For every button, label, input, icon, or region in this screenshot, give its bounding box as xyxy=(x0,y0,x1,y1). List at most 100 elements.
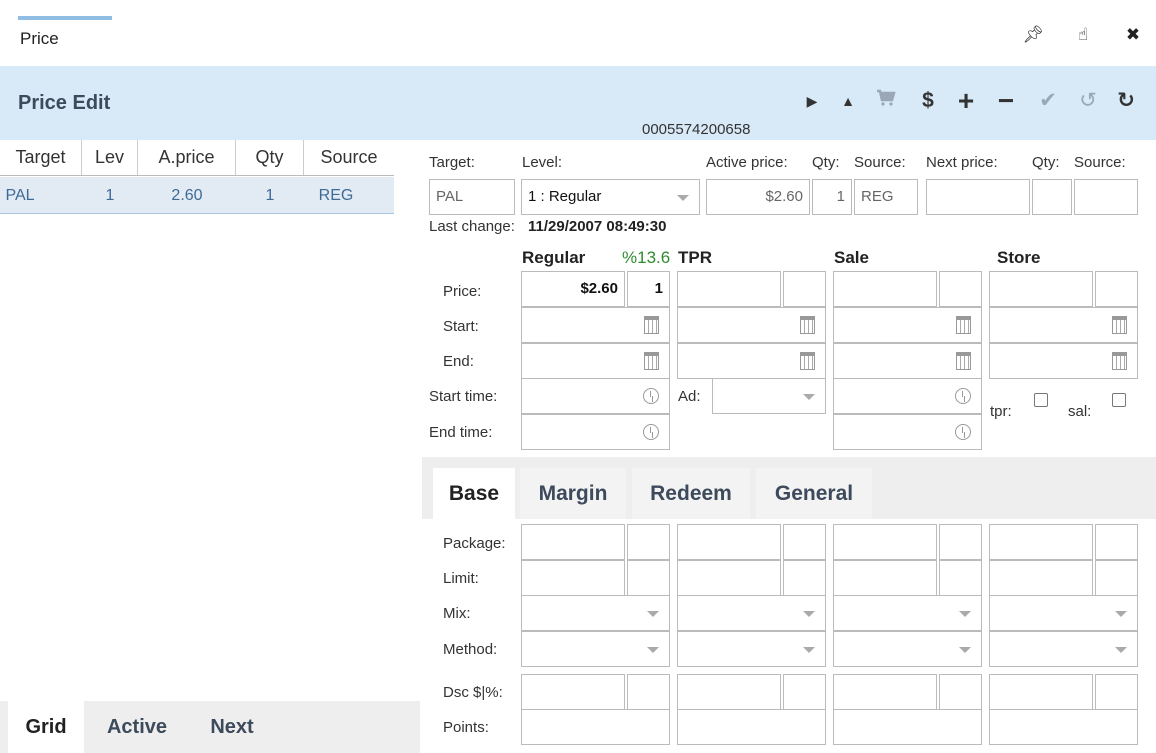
store-package-qty[interactable] xyxy=(1095,524,1138,560)
calendar-icon[interactable] xyxy=(800,352,815,370)
pin-icon[interactable]: 📌︎ xyxy=(1022,24,1044,46)
grid-col-source[interactable]: Source xyxy=(304,140,394,175)
regular-dsc-type[interactable] xyxy=(627,674,670,710)
tpr-dsc-type[interactable] xyxy=(783,674,826,710)
tpr-limit-field[interactable] xyxy=(677,560,781,596)
regular-qty-field[interactable]: 1 xyxy=(627,271,670,307)
regular-start-time[interactable] xyxy=(521,378,670,414)
clock-icon[interactable] xyxy=(643,388,659,404)
triangle-up-icon[interactable]: ▲ xyxy=(834,86,862,116)
calendar-icon[interactable] xyxy=(1112,316,1127,334)
regular-limit-qty[interactable] xyxy=(627,560,670,596)
ad-select[interactable] xyxy=(712,378,826,414)
tpr-method-select[interactable] xyxy=(677,631,826,667)
regular-package-qty[interactable] xyxy=(627,524,670,560)
tpr-dsc-field[interactable] xyxy=(677,674,781,710)
sale-price-field[interactable] xyxy=(833,271,937,307)
regular-end-date[interactable] xyxy=(521,343,670,379)
cart-icon[interactable] xyxy=(872,86,900,116)
tpr-price-field[interactable] xyxy=(677,271,781,307)
grid-col-qty[interactable]: Qty xyxy=(236,140,304,175)
store-points-field[interactable] xyxy=(989,709,1138,745)
calendar-icon[interactable] xyxy=(1112,352,1127,370)
regular-start-date[interactable] xyxy=(521,307,670,343)
regular-end-time[interactable] xyxy=(521,414,670,450)
store-limit-field[interactable] xyxy=(989,560,1093,596)
window-title[interactable]: Price xyxy=(20,29,59,49)
store-qty-field[interactable] xyxy=(1095,271,1138,307)
sale-mix-select[interactable] xyxy=(833,595,982,631)
sale-end-time[interactable] xyxy=(833,414,982,450)
calendar-icon[interactable] xyxy=(956,316,971,334)
regular-mix-select[interactable] xyxy=(521,595,670,631)
sale-limit-qty[interactable] xyxy=(939,560,982,596)
regular-package-field[interactable] xyxy=(521,524,625,560)
grid-col-aprice[interactable]: A.price xyxy=(138,140,236,175)
sale-method-select[interactable] xyxy=(833,631,982,667)
store-mix-select[interactable] xyxy=(989,595,1138,631)
sale-limit-field[interactable] xyxy=(833,560,937,596)
store-dsc-field[interactable] xyxy=(989,674,1093,710)
calendar-icon[interactable] xyxy=(800,316,815,334)
store-package-field[interactable] xyxy=(989,524,1093,560)
check-icon[interactable]: ✔ xyxy=(1034,86,1062,116)
tpr-package-field[interactable] xyxy=(677,524,781,560)
hand-pointer-icon[interactable]: ☝ xyxy=(1072,24,1094,46)
refresh-icon[interactable]: ↻ xyxy=(1112,86,1140,116)
clock-icon[interactable] xyxy=(955,424,971,440)
sale-dsc-field[interactable] xyxy=(833,674,937,710)
level-select[interactable]: 1 : Regular xyxy=(521,179,700,215)
clock-icon[interactable] xyxy=(955,388,971,404)
store-dsc-type[interactable] xyxy=(1095,674,1138,710)
clock-icon[interactable] xyxy=(643,424,659,440)
tpr-end-date[interactable] xyxy=(677,343,826,379)
tpr-checkbox[interactable] xyxy=(1034,393,1048,407)
regular-limit-field[interactable] xyxy=(521,560,625,596)
sale-package-qty[interactable] xyxy=(939,524,982,560)
store-limit-qty[interactable] xyxy=(1095,560,1138,596)
store-method-select[interactable] xyxy=(989,631,1138,667)
store-price-field[interactable] xyxy=(989,271,1093,307)
calendar-icon[interactable] xyxy=(956,352,971,370)
close-icon[interactable]: ✖ xyxy=(1122,24,1144,46)
regular-dsc-field[interactable] xyxy=(521,674,625,710)
next-qty-field[interactable] xyxy=(1032,179,1072,215)
tpr-start-date[interactable] xyxy=(677,307,826,343)
tab-next[interactable]: Next xyxy=(190,701,274,753)
next-source-field[interactable] xyxy=(1074,179,1138,215)
target-field[interactable]: PAL xyxy=(429,179,515,215)
tpr-qty-field[interactable] xyxy=(783,271,826,307)
regular-points-field[interactable] xyxy=(521,709,670,745)
dollar-icon[interactable]: $ xyxy=(914,86,942,116)
tpr-mix-select[interactable] xyxy=(677,595,826,631)
grid-col-lev[interactable]: Lev xyxy=(82,140,138,175)
grid-col-target[interactable]: Target xyxy=(0,140,82,175)
store-end-date[interactable] xyxy=(989,343,1138,379)
store-start-date[interactable] xyxy=(989,307,1138,343)
tab-base[interactable]: Base xyxy=(433,468,515,519)
sale-qty-field[interactable] xyxy=(939,271,982,307)
sale-package-field[interactable] xyxy=(833,524,937,560)
tpr-package-qty[interactable] xyxy=(783,524,826,560)
plus-icon[interactable]: + xyxy=(952,86,980,116)
regular-price-field[interactable]: $2.60 xyxy=(521,271,625,307)
sale-end-date[interactable] xyxy=(833,343,982,379)
calendar-icon[interactable] xyxy=(644,316,659,334)
tpr-points-field[interactable] xyxy=(677,709,826,745)
play-icon[interactable]: ▶ xyxy=(798,86,826,116)
sale-points-field[interactable] xyxy=(833,709,982,745)
sale-start-time[interactable] xyxy=(833,378,982,414)
minus-icon[interactable]: − xyxy=(992,86,1020,116)
table-row[interactable]: PAL 1 2.60 1 REG xyxy=(0,177,394,214)
tab-general[interactable]: General xyxy=(756,468,872,519)
sal-checkbox[interactable] xyxy=(1112,393,1126,407)
sale-dsc-type[interactable] xyxy=(939,674,982,710)
tab-margin[interactable]: Margin xyxy=(520,468,626,519)
regular-method-select[interactable] xyxy=(521,631,670,667)
calendar-icon[interactable] xyxy=(644,352,659,370)
next-price-field[interactable] xyxy=(926,179,1030,215)
tab-redeem[interactable]: Redeem xyxy=(632,468,750,519)
sale-start-date[interactable] xyxy=(833,307,982,343)
tpr-limit-qty[interactable] xyxy=(783,560,826,596)
undo-icon[interactable]: ↺ xyxy=(1074,86,1102,116)
